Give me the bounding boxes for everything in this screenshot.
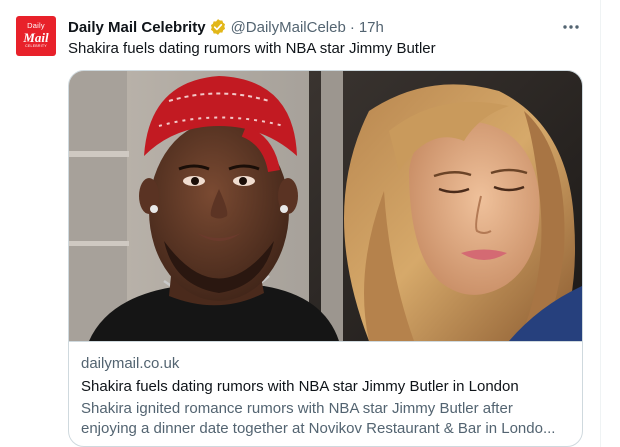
card-title: Shakira fuels dating rumors with NBA sta… bbox=[81, 378, 519, 395]
card-domain: dailymail.co.uk bbox=[81, 355, 180, 372]
link-preview-card[interactable]: dailymail.co.uk Shakira fuels dating rum… bbox=[68, 70, 583, 447]
timeline-border bbox=[600, 0, 601, 447]
card-photo[interactable] bbox=[69, 71, 582, 341]
tweet-text: Shakira fuels dating rumors with NBA sta… bbox=[68, 40, 436, 57]
separator-dot: · bbox=[349, 18, 355, 36]
avatar-logo-line-1: Daily bbox=[27, 21, 45, 31]
tweet[interactable]: Daily Mail CELEBRITY Daily Mail Celebrit… bbox=[0, 0, 620, 447]
author-handle[interactable]: @DailyMailCeleb bbox=[231, 19, 346, 36]
card-body[interactable]: dailymail.co.uk Shakira fuels dating rum… bbox=[69, 341, 582, 439]
author-name[interactable]: Daily Mail Celebrity bbox=[68, 19, 206, 36]
verified-badge-icon[interactable] bbox=[209, 18, 227, 36]
more-horizontal-icon bbox=[563, 25, 579, 29]
avatar[interactable]: Daily Mail CELEBRITY bbox=[16, 16, 56, 56]
more-options-button[interactable] bbox=[558, 14, 584, 40]
tweet-header: Daily Mail Celebrity @DailyMailCeleb · 1… bbox=[68, 17, 384, 37]
avatar-logo-line-2: Mail bbox=[23, 29, 49, 45]
timestamp[interactable]: 17h bbox=[359, 19, 384, 36]
avatar-logo-line-3: CELEBRITY bbox=[25, 43, 47, 48]
card-description: Shakira ignited romance rumors with NBA … bbox=[81, 400, 556, 437]
